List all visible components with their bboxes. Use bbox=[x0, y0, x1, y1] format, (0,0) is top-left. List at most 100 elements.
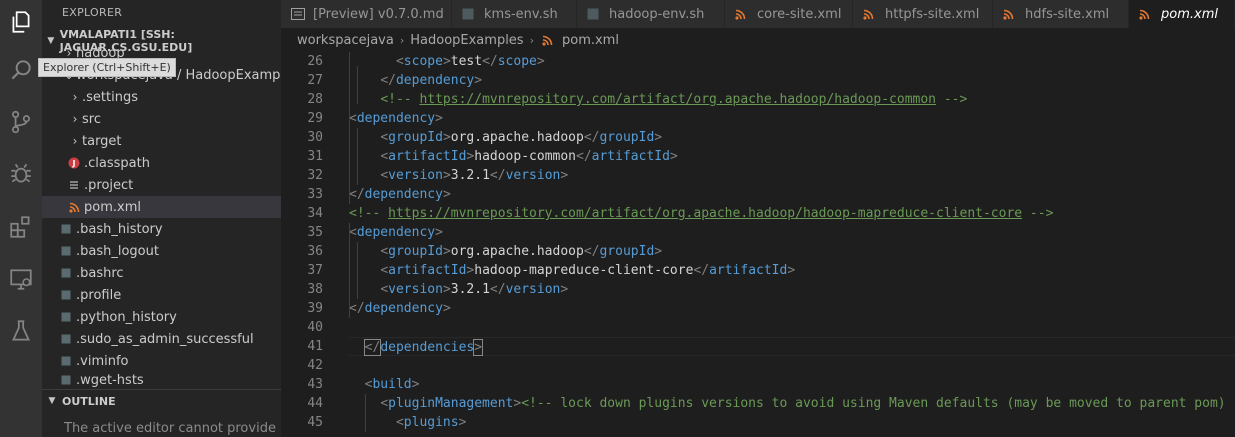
tree-item-profile[interactable]: .profile bbox=[42, 284, 281, 306]
line-number: 41 bbox=[307, 339, 323, 354]
shell-file-icon bbox=[587, 8, 603, 20]
java-file-icon: J bbox=[66, 155, 82, 171]
explorer-tooltip: Explorer (Ctrl+Shift+E) bbox=[38, 58, 176, 77]
chevron-right-icon: › bbox=[72, 112, 78, 126]
line-number: 42 bbox=[307, 358, 323, 373]
tree-item-sudo-as-admin[interactable]: .sudo_as_admin_successful bbox=[42, 328, 281, 350]
xml-rss-icon bbox=[863, 9, 879, 20]
xml-rss-icon bbox=[1139, 9, 1155, 20]
line-number: 34 bbox=[307, 206, 323, 221]
line-number: 40 bbox=[307, 320, 323, 335]
debug-icon[interactable] bbox=[0, 152, 42, 196]
line-number: 39 bbox=[307, 301, 323, 316]
tree-item-classpath[interactable]: J .classpath bbox=[42, 152, 281, 174]
xml-rss-icon bbox=[66, 199, 82, 215]
outline-section-header[interactable]: ▼ OUTLINE bbox=[42, 389, 281, 412]
code-line[interactable]: </dependency> bbox=[349, 299, 1235, 318]
testing-icon[interactable] bbox=[0, 309, 42, 353]
code-line[interactable] bbox=[349, 356, 1235, 375]
indent-guide bbox=[357, 242, 358, 299]
code-line[interactable]: <!-- https://mvnrepository.com/artifact/… bbox=[349, 90, 1235, 109]
line-number: 33 bbox=[307, 187, 323, 202]
tree-item-wget-hsts[interactable]: .wget-hsts bbox=[42, 372, 281, 388]
svg-text:J: J bbox=[72, 159, 76, 168]
file-icon bbox=[58, 265, 74, 281]
code-line[interactable]: <version>3.2.1</version> bbox=[349, 166, 1235, 185]
file-icon bbox=[58, 243, 74, 259]
tab-pom-xml[interactable]: pom.xml bbox=[1129, 0, 1235, 28]
xml-rss-icon bbox=[735, 9, 751, 20]
code-line[interactable]: </dependency> bbox=[349, 71, 1235, 90]
indent-guide bbox=[357, 128, 358, 185]
outline-message: The active editor cannot provide bbox=[64, 421, 276, 436]
file-icon bbox=[58, 309, 74, 325]
line-number: 36 bbox=[307, 244, 323, 259]
sidebar-title: EXPLORER bbox=[62, 6, 123, 19]
code-line[interactable]: <plugins> bbox=[349, 413, 1235, 432]
search-icon[interactable] bbox=[0, 48, 42, 92]
file-icon bbox=[58, 221, 74, 237]
code-line[interactable]: <groupId>org.apache.hadoop</groupId> bbox=[349, 128, 1235, 147]
code-line[interactable]: <dependency> bbox=[349, 109, 1235, 128]
xml-rss-icon bbox=[1003, 9, 1019, 20]
explorer-icon[interactable] bbox=[0, 0, 42, 44]
xml-rss-icon bbox=[540, 32, 556, 48]
line-number: 37 bbox=[307, 263, 323, 278]
indent-guide bbox=[357, 66, 358, 104]
file-icon bbox=[58, 353, 74, 369]
code-line[interactable]: <pluginManagement><!-- lock down plugins… bbox=[349, 394, 1235, 413]
chevron-right-icon: › bbox=[72, 90, 78, 104]
tab-hdfs-site[interactable]: hdfs-site.xml bbox=[993, 0, 1129, 28]
chevron-down-icon: ▼ bbox=[48, 396, 56, 406]
tree-item-pom-xml[interactable]: pom.xml bbox=[42, 196, 281, 218]
line-number: 44 bbox=[307, 396, 323, 411]
tree-item-target[interactable]: › target bbox=[42, 130, 281, 152]
indent-guide bbox=[365, 394, 366, 432]
file-icon bbox=[58, 287, 74, 303]
code-line[interactable]: <version>3.2.1</version> bbox=[349, 280, 1235, 299]
source-control-icon[interactable] bbox=[0, 100, 42, 144]
tree-item-settings[interactable]: › .settings bbox=[42, 86, 281, 108]
code-line[interactable]: <groupId>org.apache.hadoop</groupId> bbox=[349, 242, 1235, 261]
code-line[interactable]: <scope>test</scope> bbox=[349, 52, 1235, 71]
shell-file-icon bbox=[462, 8, 478, 20]
code-line[interactable]: <build> bbox=[349, 375, 1235, 394]
extensions-icon[interactable] bbox=[0, 205, 42, 249]
tree-item-viminfo[interactable]: .viminfo bbox=[42, 350, 281, 372]
file-lines-icon bbox=[66, 177, 82, 193]
indent-guide bbox=[349, 223, 350, 318]
code-line[interactable]: </dependency> bbox=[349, 185, 1235, 204]
breadcrumb-item[interactable]: HadoopExamples bbox=[410, 33, 523, 48]
tree-item-project[interactable]: .project bbox=[42, 174, 281, 196]
breadcrumb: workspacejava › HadoopExamples › pom.xml bbox=[281, 28, 1235, 52]
remote-explorer-icon[interactable] bbox=[0, 257, 42, 301]
activity-bar bbox=[0, 0, 42, 437]
line-number: 32 bbox=[307, 168, 323, 183]
code-line[interactable]: <artifactId>hadoop-mapreduce-client-core… bbox=[349, 261, 1235, 280]
code-line[interactable]: <dependency> bbox=[349, 223, 1235, 242]
tree-item-bash-logout[interactable]: .bash_logout bbox=[42, 240, 281, 262]
tree-item-bashrc[interactable]: .bashrc bbox=[42, 262, 281, 284]
breadcrumb-item[interactable]: workspacejava bbox=[297, 33, 394, 48]
tab-httpfs-site[interactable]: httpfs-site.xml bbox=[853, 0, 993, 28]
tree-item-python-history[interactable]: .python_history bbox=[42, 306, 281, 328]
outline-title: OUTLINE bbox=[62, 394, 116, 408]
tree-item-src[interactable]: › src bbox=[42, 108, 281, 130]
code-line[interactable]: </dependencies> bbox=[349, 337, 1235, 356]
file-icon bbox=[58, 331, 74, 347]
breadcrumb-item[interactable]: pom.xml bbox=[562, 33, 619, 48]
tab-preview-md[interactable]: [Preview] v0.7.0.md bbox=[281, 0, 452, 28]
tab-hadoop-env[interactable]: hadoop-env.sh bbox=[577, 0, 725, 28]
tab-core-site[interactable]: core-site.xml bbox=[725, 0, 853, 28]
line-number-gutter: 26 27 28 29 30 31 32 33 34 35 36 37 38 39 40 41 42 43 44 45 bbox=[281, 52, 323, 432]
line-number: 43 bbox=[307, 377, 323, 392]
file-icon bbox=[58, 372, 74, 388]
tab-kms-env[interactable]: kms-env.sh bbox=[452, 0, 577, 28]
code-line[interactable]: <artifactId>hadoop-common</artifactId> bbox=[349, 147, 1235, 166]
code-editor[interactable]: 26 27 28 29 30 31 32 33 34 35 36 37 38 39 40 41 42 43 44 45… bbox=[281, 52, 1235, 437]
tree-item-bash-history[interactable]: .bash_history bbox=[42, 218, 281, 240]
chevron-right-icon: › bbox=[399, 33, 405, 47]
code-area[interactable]: <scope>test</scope> </dependency> <!-- h… bbox=[349, 52, 1235, 432]
code-line[interactable]: <!-- https://mvnrepository.com/artifact/… bbox=[349, 204, 1235, 223]
code-line[interactable] bbox=[349, 318, 1235, 337]
